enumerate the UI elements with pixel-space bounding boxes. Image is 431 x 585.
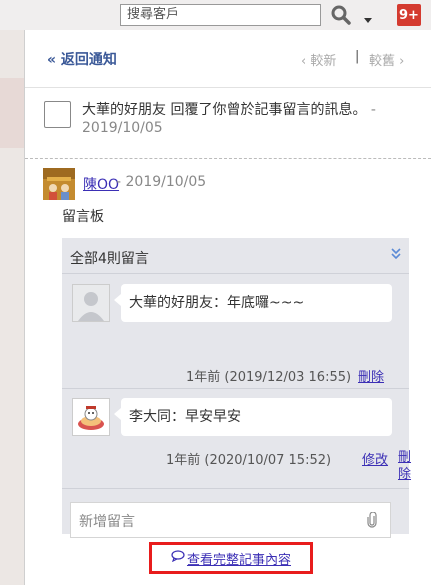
- back-to-notifications-link[interactable]: « 返回通知: [47, 49, 117, 69]
- edit-comment-link[interactable]: 修改: [362, 449, 388, 468]
- background-band: [0, 78, 24, 148]
- comment-separator: [62, 388, 409, 389]
- comment-meta: 1年前 (2020/10/07 15:52): [166, 453, 332, 468]
- comments-box: 全部4則留言 大華的好朋友：年底囉~~~ 1年前 (2019/12/03 16:…: [62, 238, 411, 538]
- notification-badge[interactable]: 9+: [397, 4, 421, 26]
- divider: [25, 158, 431, 159]
- notification-text: 大華的好朋友 回覆了你曾於記事留言的訊息。 - 2019/10/05: [82, 101, 422, 137]
- older-link[interactable]: 較舊 ›: [369, 50, 404, 69]
- comment-bubble: 大華的好朋友：年底囉~~~: [114, 284, 392, 322]
- notification-dash: -: [370, 102, 376, 118]
- newer-link[interactable]: ‹ 較新: [301, 50, 336, 69]
- comment-meta: 1年前 (2019/12/03 16:55): [186, 370, 352, 385]
- nav-separator: |: [355, 49, 360, 64]
- search-icon[interactable]: [328, 4, 354, 26]
- notification-date: 2019/10/05: [82, 120, 163, 136]
- comments-header: 全部4則留言: [62, 238, 409, 274]
- comment-icon: [171, 550, 185, 566]
- comment-text: 李大同：早安早安: [129, 409, 241, 425]
- view-full-post-button[interactable]: 查看完整記事內容: [149, 542, 313, 574]
- comment-avatar-user[interactable]: [72, 398, 110, 436]
- search-input[interactable]: 搜尋客戶: [120, 4, 321, 26]
- comment-bubble: 李大同：早安早安: [114, 398, 392, 436]
- notification-item: 大華的好朋友 回覆了你曾於記事留言的訊息。 - 2019/10/05: [25, 88, 431, 158]
- comment-text: 大華的好朋友：年底囉~~~: [129, 295, 305, 311]
- comment-separator: [62, 488, 409, 489]
- chevron-down-icon[interactable]: [363, 10, 373, 23]
- post-board-label: 留言板: [62, 209, 104, 225]
- comment-avatar-default[interactable]: [72, 284, 110, 322]
- notification-message: 大華的好朋友 回覆了你曾於記事留言的訊息。: [82, 102, 367, 118]
- expand-comments-icon[interactable]: [390, 246, 402, 260]
- view-full-post-label: 查看完整記事內容: [186, 552, 291, 568]
- delete-comment-link[interactable]: 刪除: [358, 366, 384, 385]
- post-date: - 2019/10/05: [116, 174, 207, 190]
- notification-panel: « 返回通知 ‹ 較新 | 較舊 › 大華的好朋友 回覆了你曾於記事留言的訊息。…: [24, 30, 431, 585]
- delete-comment-link[interactable]: 刪除: [398, 449, 414, 483]
- new-comment-input[interactable]: 新增留言: [70, 502, 391, 538]
- panel-nav: « 返回通知 ‹ 較新 | 較舊 ›: [25, 30, 431, 88]
- paperclip-icon[interactable]: [367, 511, 377, 528]
- author-avatar[interactable]: [43, 168, 75, 200]
- all-comments-label[interactable]: 全部4則留言: [70, 248, 149, 268]
- top-bar: 搜尋客戶 9+: [0, 0, 431, 30]
- post-author-link[interactable]: 陳OO: [83, 174, 119, 194]
- notification-checkbox[interactable]: [44, 101, 71, 128]
